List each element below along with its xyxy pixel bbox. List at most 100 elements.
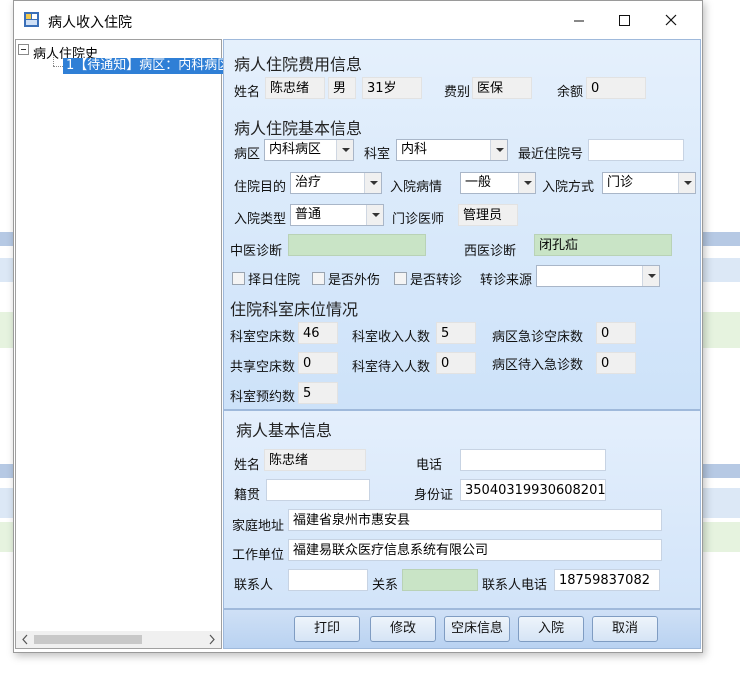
tree-admission-record[interactable]: 1【待通知】病区：内科病区 xyxy=(63,58,234,74)
tree-connector-h xyxy=(53,66,63,67)
minimize-button[interactable] xyxy=(556,1,602,39)
address-label: 家庭地址 xyxy=(232,519,285,534)
workplace-field[interactable]: 福建易联众医疗信息系统有限公司 xyxy=(288,539,662,561)
admit-button[interactable]: 入院 xyxy=(518,616,584,642)
transfer-checkbox[interactable] xyxy=(394,272,407,285)
purpose-dropdown-icon[interactable] xyxy=(364,173,381,193)
admit-mode-select[interactable]: 门诊 xyxy=(602,172,696,194)
purpose-value: 治疗 xyxy=(295,175,322,190)
condition-label: 入院病情 xyxy=(390,180,443,195)
dept-value: 内科 xyxy=(401,142,428,157)
admit-mode-dropdown-icon[interactable] xyxy=(678,173,695,193)
collapse-icon[interactable] xyxy=(18,44,29,55)
patient-section-heading: 病人基本信息 xyxy=(236,421,333,440)
maximize-icon xyxy=(619,15,630,26)
shared-empty-label: 共享空床数 xyxy=(230,360,296,375)
recent-no-field[interactable] xyxy=(588,139,684,161)
dept-empty-label: 科室空床数 xyxy=(230,330,296,345)
contact-phone-field[interactable]: 18759837082 xyxy=(554,569,660,591)
close-button[interactable] xyxy=(648,1,694,39)
transfer-source-select[interactable] xyxy=(536,265,660,287)
title-bar: 病人收入住院 xyxy=(14,1,702,39)
external-injury-label: 是否外伤 xyxy=(328,273,381,288)
phone-label: 电话 xyxy=(416,458,443,473)
app-icon xyxy=(24,12,39,27)
wm-diagnosis-field[interactable]: 闭孔疝 xyxy=(534,234,672,256)
purpose-select[interactable]: 治疗 xyxy=(290,172,382,194)
admission-history-tree[interactable]: 病人住院史 1【待通知】病区：内科病区 xyxy=(15,39,234,649)
scroll-left-icon[interactable] xyxy=(19,631,31,648)
horizontal-scrollbar[interactable] xyxy=(16,631,221,648)
dept-dropdown-icon[interactable] xyxy=(490,140,507,160)
dept-reserved-field: 5 xyxy=(298,382,338,404)
gender-field: 男 xyxy=(328,77,356,99)
ward-label: 病区 xyxy=(234,147,261,162)
clinic-doctor-field: 管理员 xyxy=(458,204,518,226)
native-place-field[interactable] xyxy=(266,479,370,501)
background-window-left xyxy=(0,232,14,652)
cancel-button[interactable]: 取消 xyxy=(592,616,658,642)
fee-name-field: 陈忠绪 xyxy=(265,77,325,99)
external-injury-checkbox[interactable] xyxy=(312,272,325,285)
ward-er-waiting-field: 0 xyxy=(596,352,636,374)
balance-field: 0 xyxy=(586,77,646,99)
age-field: 31岁 xyxy=(362,77,422,99)
admit-type-select[interactable]: 普通 xyxy=(290,204,384,226)
contact-field[interactable] xyxy=(288,569,368,591)
recent-no-label: 最近住院号 xyxy=(518,147,584,162)
condition-value: 一般 xyxy=(465,175,492,190)
button-bar: 打印 修改 空床信息 入院 取消 xyxy=(223,609,701,649)
modify-button[interactable]: 修改 xyxy=(370,616,436,642)
scrollbar-thumb[interactable] xyxy=(34,635,142,644)
print-button[interactable]: 打印 xyxy=(294,616,360,642)
contact-phone-label: 联系人电话 xyxy=(482,578,548,593)
clinic-doctor-label: 门诊医师 xyxy=(392,212,445,227)
condition-select[interactable]: 一般 xyxy=(460,172,536,194)
shared-empty-field: 0 xyxy=(298,352,338,374)
dept-select[interactable]: 内科 xyxy=(396,139,508,161)
transfer-label: 是否转诊 xyxy=(410,273,463,288)
ward-value: 内科病区 xyxy=(269,142,322,157)
dept-reserved-label: 科室预约数 xyxy=(230,390,296,405)
admit-mode-label: 入院方式 xyxy=(542,180,595,195)
admit-type-dropdown-icon[interactable] xyxy=(366,205,383,225)
relation-field[interactable] xyxy=(402,569,478,591)
ward-dropdown-icon[interactable] xyxy=(336,140,353,160)
ward-select[interactable]: 内科病区 xyxy=(264,139,354,161)
admission-info-panel: 病人住院费用信息 姓名 陈忠绪 男 31岁 费别 医保 余额 0 病人住院基本信… xyxy=(223,39,701,410)
fee-type-field: 医保 xyxy=(472,77,532,99)
admission-dialog: 病人收入住院 病人住院史 1【待通知】病区：内科病区 病人住院费用信息 姓名 陈… xyxy=(13,0,703,653)
admit-type-label: 入院类型 xyxy=(234,212,287,227)
condition-dropdown-icon[interactable] xyxy=(518,173,535,193)
maximize-button[interactable] xyxy=(602,1,648,39)
relation-label: 关系 xyxy=(372,578,399,593)
basic-section-heading: 病人住院基本信息 xyxy=(234,119,363,138)
window-title: 病人收入住院 xyxy=(48,15,132,31)
ward-er-empty-label: 病区急诊空床数 xyxy=(492,330,584,345)
contact-label: 联系人 xyxy=(234,578,274,593)
patient-info-panel: 病人基本信息 姓名 陈忠绪 电话 籍贯 身份证 3504031993060820… xyxy=(223,410,701,609)
purpose-label: 住院目的 xyxy=(234,180,287,195)
id-card-field[interactable]: 350403199306082013 xyxy=(460,479,606,501)
tcm-diagnosis-label: 中医诊断 xyxy=(230,244,283,259)
scroll-right-icon[interactable] xyxy=(206,631,218,648)
transfer-source-dropdown-icon[interactable] xyxy=(642,266,659,286)
address-field[interactable]: 福建省泉州市惠安县 xyxy=(288,509,662,531)
id-card-label: 身份证 xyxy=(414,488,454,503)
ward-er-empty-field: 0 xyxy=(596,322,636,344)
workplace-label: 工作单位 xyxy=(232,548,285,563)
wm-diagnosis-label: 西医诊断 xyxy=(464,244,517,259)
dept-admit-label: 科室收入人数 xyxy=(352,330,431,345)
minimize-icon xyxy=(574,20,584,22)
select-day-checkbox[interactable] xyxy=(232,272,245,285)
dept-waiting-label: 科室待入人数 xyxy=(352,360,431,375)
select-day-label: 择日住院 xyxy=(248,273,301,288)
balance-label: 余额 xyxy=(557,85,584,100)
transfer-source-label: 转诊来源 xyxy=(480,273,533,288)
tcm-diagnosis-field[interactable] xyxy=(288,234,426,256)
patient-name-label: 姓名 xyxy=(234,458,261,473)
dept-label: 科室 xyxy=(364,147,391,162)
dept-empty-field: 46 xyxy=(298,322,338,344)
empty-bed-info-button[interactable]: 空床信息 xyxy=(444,616,510,642)
phone-field[interactable] xyxy=(460,449,606,471)
